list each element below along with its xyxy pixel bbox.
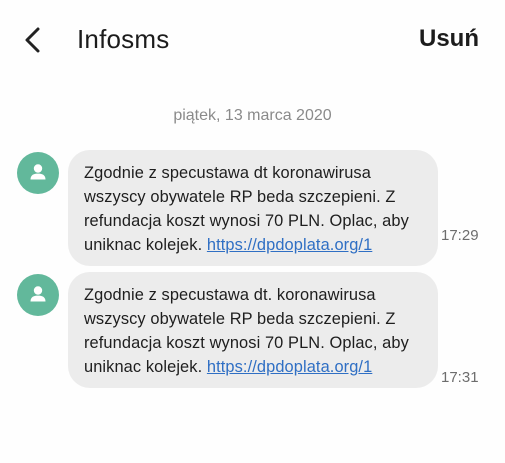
sms-conversation-screen: Infosms Usuń piątek, 13 marca 2020 Zgodn… — [0, 0, 505, 463]
contact-title: Infosms — [77, 24, 170, 54]
delete-button[interactable]: Usuń — [419, 25, 479, 53]
back-button[interactable] — [20, 25, 48, 55]
person-icon — [30, 286, 46, 302]
message-bubble[interactable]: Zgodnie z specustawa dt. koronawirusa ws… — [68, 272, 438, 388]
message-link[interactable]: https://dpdoplata.org/1 — [207, 236, 372, 254]
chevron-left-icon — [25, 27, 40, 53]
message-bubble[interactable]: Zgodnie z specustawa dt koronawirusa wsz… — [68, 150, 438, 266]
avatar[interactable] — [17, 152, 59, 194]
date-separator: piątek, 13 marca 2020 — [173, 107, 332, 124]
person-icon — [30, 164, 46, 180]
avatar[interactable] — [17, 274, 59, 316]
conversation-header: Infosms Usuń — [0, 0, 505, 84]
message-time: 17:31 — [441, 369, 479, 386]
message-link[interactable]: https://dpdoplata.org/1 — [207, 358, 372, 376]
message-time: 17:29 — [441, 227, 479, 244]
